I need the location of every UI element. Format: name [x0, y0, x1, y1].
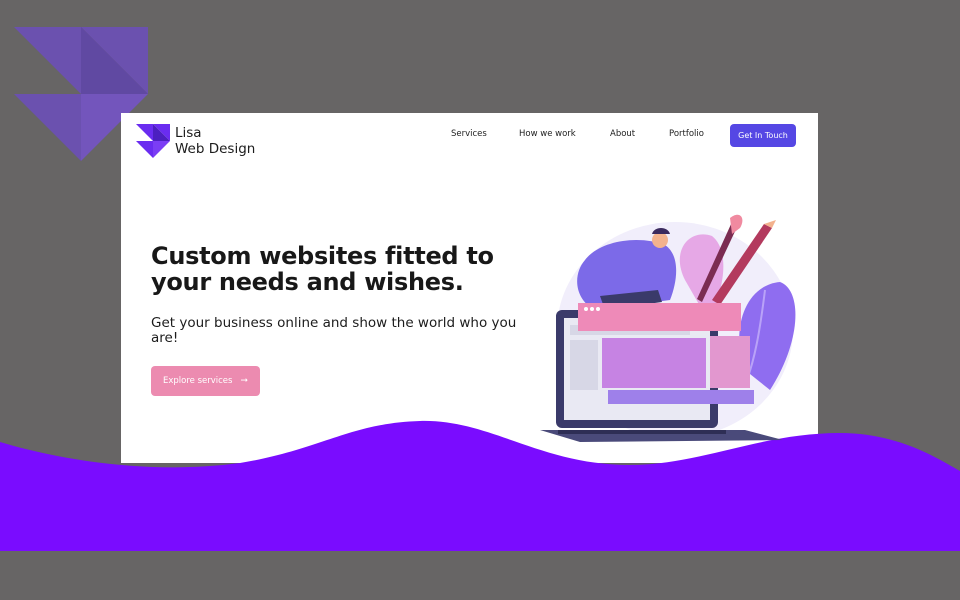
arrow-right-icon: ➞	[240, 376, 249, 386]
purple-wave	[0, 420, 960, 551]
get-in-touch-button[interactable]: Get In Touch	[730, 124, 796, 147]
nav-link-about[interactable]: About	[610, 129, 635, 139]
brand-name[interactable]: Lisa Web Design	[175, 125, 255, 157]
nav-link-portfolio[interactable]: Portfolio	[669, 129, 704, 139]
explore-services-label: Explore services	[162, 376, 233, 386]
web-designer-laptop-illustration	[540, 214, 796, 442]
hero-title: Custom websites fitted to your needs and…	[151, 242, 494, 296]
nav-link-how-we-work[interactable]: How we work	[519, 129, 576, 139]
explore-services-button[interactable]: Explore services ➞	[151, 366, 260, 396]
brand-name-line2: Web Design	[175, 141, 256, 157]
brand-name-line1: Lisa	[175, 125, 202, 141]
hero-subtitle: Get your business online and show the wo…	[151, 315, 517, 346]
triangle-grid-logo-icon[interactable]	[136, 124, 170, 158]
nav-link-services[interactable]: Services	[451, 129, 487, 139]
